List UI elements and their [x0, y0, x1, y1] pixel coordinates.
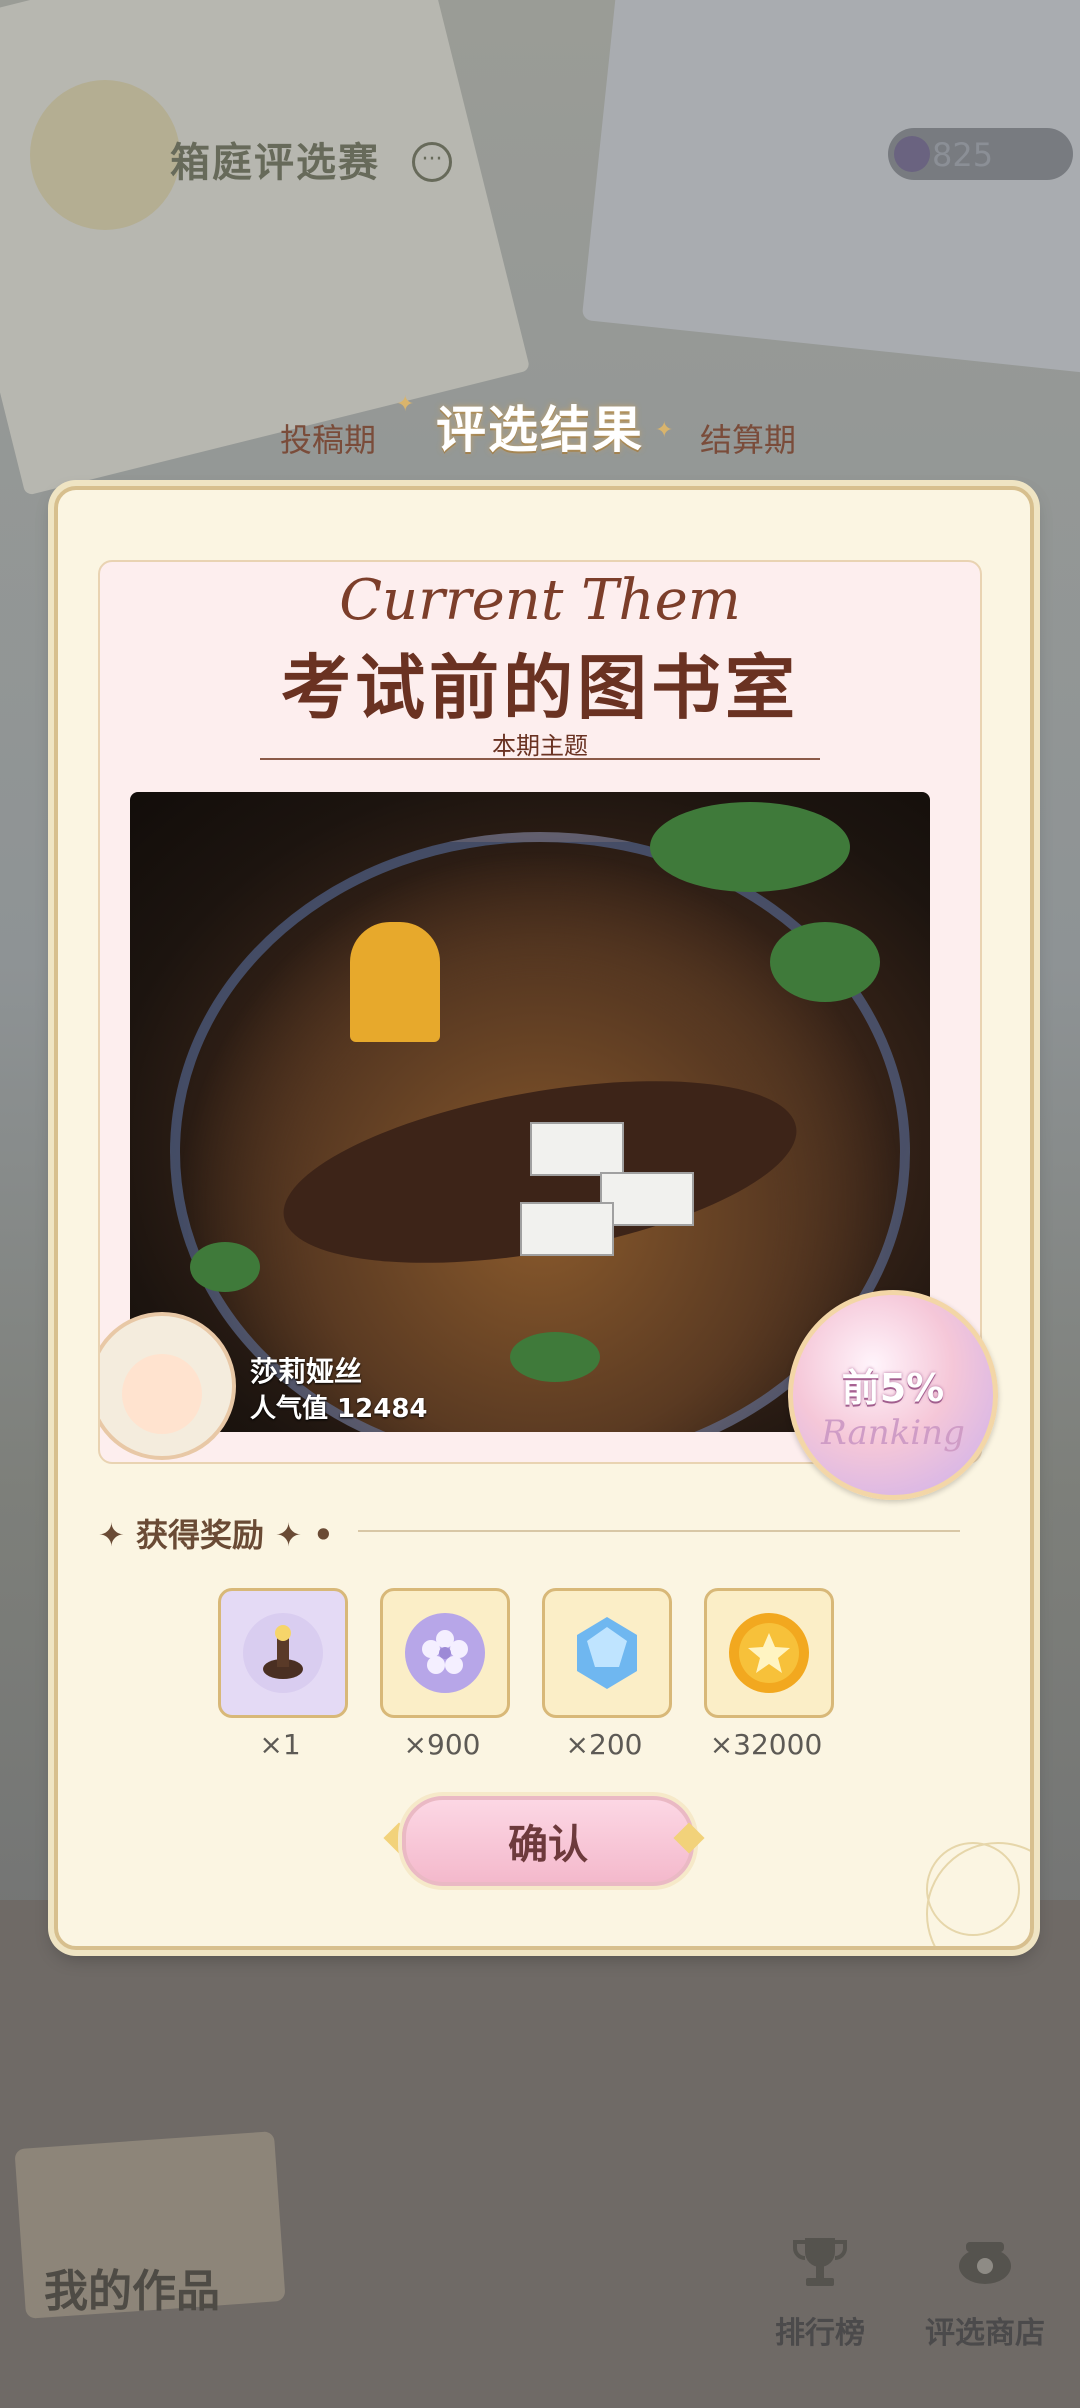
background-paper: [581, 0, 1080, 379]
theme-subtitle: 本期主题: [492, 732, 588, 760]
confirm-button[interactable]: 确认: [402, 1796, 694, 1886]
confirm-label: 确认: [508, 1822, 588, 1868]
reward-qty-1: ×1: [259, 1728, 301, 1761]
flower-coin-icon: [405, 1613, 485, 1693]
reward-qty-4: ×32000: [709, 1728, 823, 1761]
shop-label: 评选商店: [925, 2316, 1045, 2351]
rank-label: 前5%: [841, 1366, 945, 1410]
my-works-button[interactable]: 我的作品: [44, 2255, 220, 2319]
rank-badge: 前5% Ranking: [788, 1290, 998, 1500]
rank-script: Ranking: [821, 1413, 965, 1453]
author-name: 莎莉娅丝: [250, 1355, 363, 1388]
flower-currency-icon: [894, 136, 930, 172]
theme-divider: [260, 758, 820, 760]
stage-submission: 投稿期: [280, 421, 377, 459]
ranking-button[interactable]: 排行榜: [775, 2230, 865, 2352]
diorama-leaf: [650, 802, 850, 892]
diorama-leaf: [770, 922, 880, 1002]
stage-settlement: 结算期: [700, 421, 797, 459]
sparkle-icon: ✦: [98, 1516, 136, 1554]
furniture-icon: [243, 1613, 323, 1693]
reward-qty-2: ×900: [403, 1728, 481, 1761]
clock-decoration: [926, 1842, 1020, 1936]
shop-icon: [959, 2242, 1011, 2284]
results-dialog: Current Them 考试前的图书室 本期主题 莎莉娅丝 人气值 12484…: [54, 486, 1034, 1950]
page-title: 箱庭评选赛: [170, 140, 380, 186]
sparkle-icon: ✦: [396, 392, 415, 417]
currency-badge[interactable]: 825: [888, 128, 1073, 180]
rewards-divider: [358, 1530, 960, 1532]
diorama-leaf: [190, 1242, 260, 1292]
background-plate: [30, 80, 180, 230]
reward-slot-2[interactable]: [380, 1588, 510, 1718]
diorama-table: [520, 1202, 614, 1256]
theme-script: Current Them: [339, 568, 741, 633]
diorama-leaf: [510, 1332, 600, 1382]
reward-slot-3[interactable]: [542, 1588, 672, 1718]
rewards-heading: ✦ 获得奖励 ✦ •: [98, 1516, 334, 1554]
crystal-icon: [567, 1613, 647, 1693]
shop-button[interactable]: 评选商店: [925, 2230, 1045, 2352]
author-avatar[interactable]: [100, 1312, 236, 1460]
sparkle-icon: ✦: [655, 418, 674, 443]
trophy-icon: [793, 2238, 847, 2286]
ranking-label: 排行榜: [775, 2316, 865, 2351]
sparkle-icon: ✦ •: [263, 1516, 334, 1554]
diorama-table: [530, 1122, 624, 1176]
currency-value: 825: [932, 136, 994, 174]
diorama-table: [600, 1172, 694, 1226]
avatar-face: [122, 1354, 202, 1434]
reward-qty-3: ×200: [565, 1728, 643, 1761]
reward-slot-4[interactable]: [704, 1588, 834, 1718]
info-icon[interactable]: ···: [412, 142, 452, 182]
gold-star-coin-icon: [729, 1613, 809, 1693]
diorama-arch: [350, 922, 440, 1042]
author-popularity: 人气值 12484: [250, 1394, 428, 1424]
theme-title: 考试前的图书室: [281, 647, 799, 729]
reward-slot-1[interactable]: [218, 1588, 348, 1718]
